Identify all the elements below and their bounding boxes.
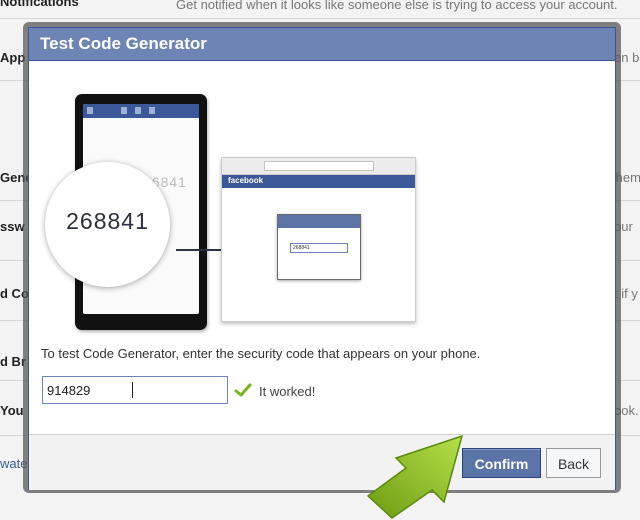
mini-dialog-header — [278, 215, 360, 228]
browser-illustration: facebook 268841 — [221, 157, 416, 322]
check-icon — [234, 383, 252, 397]
settings-row-label: You — [0, 403, 24, 418]
security-code-input[interactable] — [42, 376, 228, 404]
text-caret — [132, 382, 133, 398]
dialog-footer: Confirm Back — [29, 434, 615, 490]
back-button[interactable]: Back — [546, 448, 601, 478]
settings-row: Notifications Get notified when it looks… — [0, 0, 640, 19]
settings-row-description: Get notified when it looks like someone … — [176, 0, 618, 12]
mini-code-input: 268841 — [290, 243, 348, 253]
settings-row-label: Notifications — [0, 0, 79, 9]
browser-url-bar — [264, 161, 374, 171]
instructions-text: To test Code Generator, enter the securi… — [41, 346, 481, 361]
test-code-generator-dialog: Test Code Generator 26841 268841 faceboo… — [28, 27, 616, 490]
code-generator-illustration: 26841 268841 facebook 268841 — [39, 94, 419, 344]
friends-icon — [121, 107, 127, 114]
dialog-title: Test Code Generator — [40, 34, 207, 53]
messages-icon — [135, 107, 141, 114]
browser-chrome — [222, 158, 415, 175]
settings-row-label: App — [0, 50, 26, 65]
notifications-icon — [149, 107, 155, 114]
generated-code: 268841 — [66, 208, 149, 234]
browser-facebook-bar: facebook — [222, 175, 415, 188]
dialog-header: Test Code Generator — [29, 28, 615, 61]
confirm-button[interactable]: Confirm — [462, 448, 541, 478]
code-magnifier-circle: 268841 — [45, 162, 170, 287]
phone-topbar — [83, 104, 199, 118]
mini-dialog-illustration: 268841 — [277, 214, 361, 280]
success-message: It worked! — [259, 384, 316, 399]
settings-row-label: ssw — [0, 219, 25, 234]
menu-icon — [87, 107, 93, 114]
facebook-logo: facebook — [228, 176, 264, 185]
green-arrow-icon — [366, 434, 464, 519]
